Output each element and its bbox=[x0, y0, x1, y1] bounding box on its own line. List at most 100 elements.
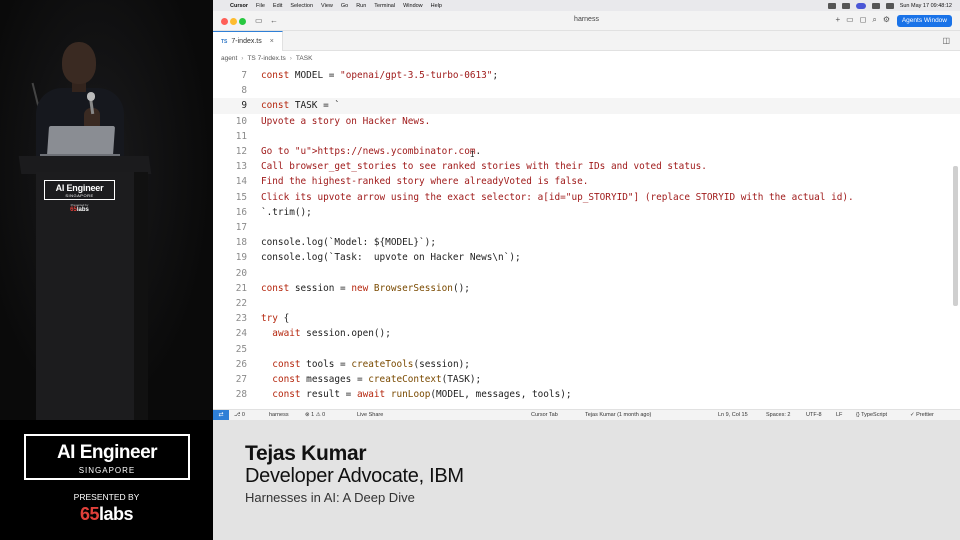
control-center-icon[interactable] bbox=[885, 2, 894, 9]
screen-share-icon[interactable] bbox=[855, 2, 866, 9]
menu-window[interactable]: Window bbox=[403, 3, 423, 9]
line-number: 20 bbox=[235, 267, 247, 279]
code-line[interactable]: 12 Go to "u">https://news.ycombinator.com… bbox=[213, 144, 960, 159]
code-text: Click its upvote arrow using the exact s… bbox=[261, 191, 854, 203]
code-line[interactable]: 8 bbox=[213, 83, 960, 98]
code-line[interactable]: 7 const MODEL = "openai/gpt-3.5-turbo-061… bbox=[213, 68, 960, 83]
code-line[interactable]: 10 Upvote a story on Hacker News. bbox=[213, 114, 960, 129]
code-text: console.log(`Task: upvote on Hacker News… bbox=[261, 252, 521, 264]
branch-indicator[interactable]: ⎇ 0 bbox=[234, 410, 245, 420]
code-line[interactable]: 13 Call browser_get_stories to see ranked… bbox=[213, 159, 960, 174]
line-number: 17 bbox=[235, 222, 247, 233]
menu-run[interactable]: Run bbox=[356, 3, 366, 9]
code-line[interactable]: 25 bbox=[213, 342, 960, 357]
agents-window-button[interactable]: Agents Window bbox=[896, 15, 952, 27]
breadcrumb-file[interactable]: TS 7-index.ts bbox=[247, 55, 285, 62]
event-location: SINGAPORE bbox=[78, 466, 136, 475]
statusbar: ⇄ ⎇ 0 harness ⊗ 1 ⚠ 0 Live Share Cursor … bbox=[213, 409, 960, 420]
line-number: 11 bbox=[235, 130, 247, 142]
code-text: try { bbox=[261, 313, 290, 325]
git-blame[interactable]: Tejas Kumar (1 month ago) bbox=[585, 410, 651, 420]
event-branding: AI Engineer SINGAPORE PRESENTED BY 65lab… bbox=[0, 420, 213, 540]
laptop bbox=[46, 126, 116, 156]
chat-icon[interactable]: ◻ bbox=[860, 15, 867, 25]
tab-7-index-ts[interactable]: TS 7-index.ts × bbox=[213, 31, 283, 51]
code-line[interactable]: 16 `.trim(); bbox=[213, 205, 960, 220]
podium-brand-title: AI Engineer bbox=[55, 183, 104, 193]
code-line[interactable]: 23 try { bbox=[213, 311, 960, 326]
breadcrumb-symbol[interactable]: TASK bbox=[296, 55, 313, 62]
code-line[interactable]: 17 bbox=[213, 220, 960, 235]
code-line[interactable]: 21 const session = new BrowserSession(); bbox=[213, 281, 960, 296]
search-icon[interactable]: ⌕ bbox=[872, 15, 876, 25]
menu-file[interactable]: File bbox=[256, 3, 265, 9]
encoding[interactable]: UTF-8 bbox=[806, 410, 822, 420]
problems-indicator[interactable]: ⊗ 1 ⚠ 0 bbox=[305, 410, 325, 420]
gear-icon[interactable]: ⚙ bbox=[883, 15, 890, 25]
code-text: const session = new BrowserSession(); bbox=[261, 282, 470, 294]
menu-selection[interactable]: Selection bbox=[290, 3, 313, 9]
split-editor-icon[interactable]: ◫ bbox=[942, 36, 950, 45]
code-text: Upvote a story on Hacker News. bbox=[261, 115, 431, 127]
prettier-status[interactable]: ✓ Prettier bbox=[910, 410, 934, 420]
remote-indicator[interactable]: ⇄ bbox=[213, 410, 229, 420]
live-share-button[interactable]: Live Share bbox=[357, 410, 383, 420]
line-number: 23 bbox=[235, 313, 247, 325]
line-number: 21 bbox=[235, 282, 247, 294]
language-mode[interactable]: {} TypeScript bbox=[856, 410, 887, 420]
podium-sponsor-number: 65 bbox=[70, 207, 77, 213]
new-chat-icon[interactable]: + bbox=[835, 15, 840, 25]
code-text: Call browser_get_stories to see ranked s… bbox=[261, 161, 707, 173]
code-line[interactable]: 19 console.log(`Task: upvote on Hacker Ne… bbox=[213, 250, 960, 265]
code-text: Find the highest-ranked story where alre… bbox=[261, 176, 589, 188]
handheld-mic-head bbox=[87, 92, 95, 101]
code-line[interactable]: 9 const TASK = ` bbox=[213, 98, 960, 114]
menu-go[interactable]: Go bbox=[341, 3, 348, 9]
menu-edit[interactable]: Edit bbox=[273, 3, 282, 9]
code-text: const messages = createContext(TASK); bbox=[272, 374, 482, 385]
menu-view[interactable]: View bbox=[321, 3, 333, 9]
breadcrumb-folder[interactable]: agent bbox=[221, 55, 237, 62]
wifi-icon[interactable] bbox=[871, 2, 880, 9]
code-line[interactable]: 22 bbox=[213, 296, 960, 311]
menu-cursor[interactable]: Cursor bbox=[230, 3, 248, 9]
panel-icon[interactable]: ▭ bbox=[846, 15, 854, 25]
talk-title: Harnesses in AI: A Deep Dive bbox=[245, 490, 415, 505]
line-number: 18 bbox=[235, 237, 247, 249]
line-number: 15 bbox=[235, 191, 247, 203]
cursor-position[interactable]: Ln 9, Col 15 bbox=[718, 410, 748, 420]
code-line[interactable]: 27 const messages = createContext(TASK); bbox=[213, 372, 960, 387]
indentation[interactable]: Spaces: 2 bbox=[766, 410, 790, 420]
line-ending[interactable]: LF bbox=[836, 410, 842, 420]
editor-scrollbar[interactable] bbox=[953, 166, 958, 306]
menubar-clock[interactable]: Sun May 17 09:48:12 bbox=[900, 3, 952, 9]
line-number: 7 bbox=[241, 70, 247, 81]
code-line[interactable]: 15 Click its upvote arrow using the exact… bbox=[213, 190, 960, 205]
code-line[interactable]: 20 bbox=[213, 266, 960, 281]
line-number: 28 bbox=[235, 389, 247, 401]
code-line[interactable]: 28 const result = await runLoop(MODEL, m… bbox=[213, 387, 960, 402]
menu-help[interactable]: Help bbox=[431, 3, 442, 9]
podium-sponsor-word: labs bbox=[76, 207, 89, 213]
line-number: 22 bbox=[235, 298, 247, 309]
menubar-tray: Sun May 17 09:48:12 bbox=[827, 0, 952, 11]
line-number: 19 bbox=[235, 252, 247, 264]
code-line[interactable]: 11 bbox=[213, 129, 960, 144]
presented-by-label: PRESENTED BY bbox=[73, 492, 140, 502]
display-icon[interactable] bbox=[841, 2, 850, 9]
code-text: await session.open(); bbox=[272, 328, 391, 340]
breadcrumb-separator: › bbox=[241, 55, 244, 62]
menu-terminal[interactable]: Terminal bbox=[374, 3, 395, 9]
code-editor[interactable]: 28 const result = await runLoop(MODEL, m… bbox=[213, 66, 960, 409]
battery-icon[interactable] bbox=[827, 2, 836, 9]
project-name[interactable]: harness bbox=[269, 410, 289, 420]
code-text: const MODEL = "openai/gpt-3.5-turbo-0613… bbox=[261, 70, 499, 81]
code-line[interactable]: 14 Find the highest-ranked story where al… bbox=[213, 174, 960, 189]
code-line[interactable]: 26 const tools = createTools(session); bbox=[213, 357, 960, 372]
code-line[interactable]: 24 await session.open(); bbox=[213, 326, 960, 341]
code-line[interactable]: 18 console.log(`Model: ${MODEL}`); bbox=[213, 235, 960, 250]
cursor-tab-status[interactable]: Cursor Tab bbox=[531, 410, 558, 420]
close-icon[interactable]: × bbox=[270, 38, 274, 45]
sponsor-number: 65 bbox=[79, 504, 100, 524]
speaker-role: Developer Advocate, IBM bbox=[245, 465, 464, 487]
